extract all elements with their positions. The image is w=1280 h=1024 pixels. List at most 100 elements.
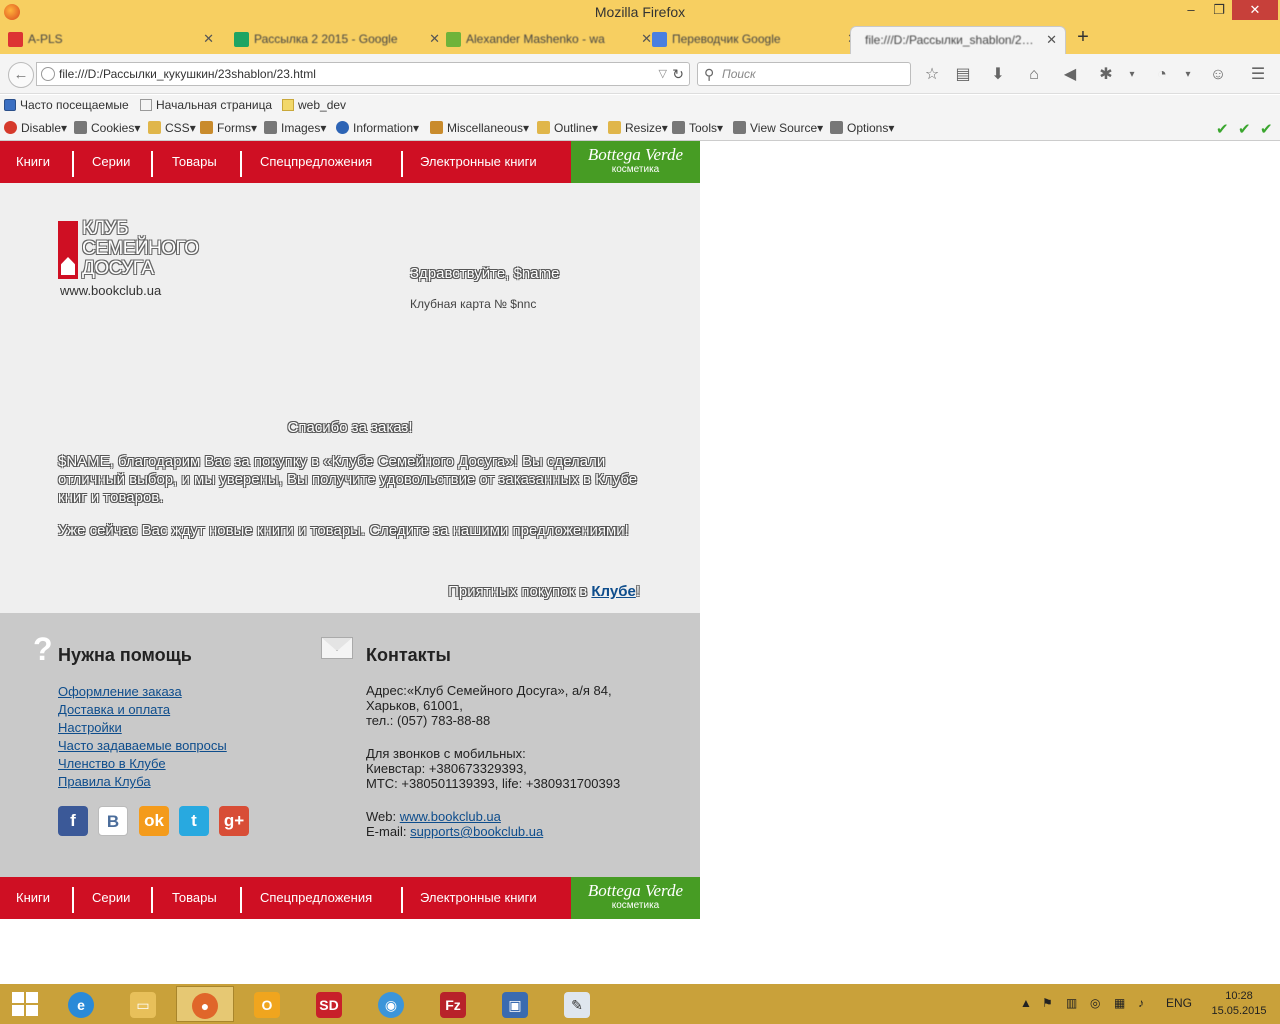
- menu-special-offers[interactable]: Спецпредложения: [260, 877, 372, 919]
- new-tab-button[interactable]: +: [1072, 27, 1094, 49]
- bookclub-logo[interactable]: КЛУБ СЕМЕЙНОГО ДОСУГА www.bookclub.ua: [58, 219, 228, 303]
- bookmark-start-page[interactable]: Начальная страница: [140, 98, 272, 112]
- tray-language[interactable]: ENG: [1166, 996, 1192, 1010]
- tray-volume-icon[interactable]: ♪: [1138, 996, 1144, 1010]
- wd-resize[interactable]: Resize▾: [608, 121, 668, 135]
- wd-options[interactable]: Options▾: [830, 121, 894, 135]
- tab-1[interactable]: A-PLS ✕: [0, 26, 222, 54]
- bookmark-web-dev[interactable]: web_dev: [282, 98, 346, 112]
- wd-images[interactable]: Images▾: [264, 121, 326, 135]
- taskbar-remote-desktop[interactable]: ▣: [486, 986, 544, 1022]
- cookies-icon: [74, 121, 87, 134]
- menu-books[interactable]: Книги: [16, 141, 50, 183]
- menu-books[interactable]: Книги: [16, 877, 50, 919]
- link-order-placement[interactable]: Оформление заказа: [58, 684, 182, 699]
- tray-app-icon[interactable]: ▥: [1066, 996, 1077, 1010]
- bookmark-star-icon[interactable]: ☆: [922, 66, 942, 86]
- tab-5-active[interactable]: file:///D:/Рассылки_shablon/23.html ✕: [850, 26, 1066, 54]
- menu-icon[interactable]: ☰: [1248, 66, 1268, 86]
- tab-3[interactable]: Alexander Mashenko - wa ✕: [438, 26, 660, 54]
- email-link[interactable]: supports@bookclub.ua: [410, 824, 543, 839]
- remote-desktop-icon: ▣: [502, 992, 528, 1018]
- question-icon: ?: [33, 631, 53, 667]
- wd-miscellaneous[interactable]: Miscellaneous▾: [430, 121, 529, 135]
- taskbar-notepad[interactable]: ✎: [548, 986, 606, 1022]
- tray-action-center-icon[interactable]: ⚑: [1042, 996, 1053, 1010]
- menu-series[interactable]: Серии: [92, 141, 130, 183]
- wd-css[interactable]: CSS▾: [148, 121, 196, 135]
- page-icon: [140, 99, 152, 111]
- validation-check-icon[interactable]: ✔: [1216, 120, 1229, 138]
- menu-goods[interactable]: Товары: [172, 141, 217, 183]
- maximize-button[interactable]: ❐: [1206, 0, 1232, 20]
- wd-cookies[interactable]: Cookies▾: [74, 121, 140, 135]
- vkontakte-icon[interactable]: B: [98, 806, 128, 836]
- reload-icon[interactable]: ↻: [672, 63, 684, 85]
- addon-check-icon[interactable]: ◔: [1152, 66, 1172, 86]
- taskbar-explorer[interactable]: ▭: [114, 986, 172, 1022]
- tab-close-icon[interactable]: ✕: [203, 26, 214, 52]
- link-faq[interactable]: Часто задаваемые вопросы: [58, 738, 227, 753]
- taskbar-filezilla[interactable]: Fz: [424, 986, 482, 1022]
- globe-icon: [41, 67, 55, 81]
- wd-outline[interactable]: Outline▾: [537, 121, 598, 135]
- tray-expand-icon[interactable]: ▲: [1020, 996, 1032, 1010]
- folder-icon: [282, 99, 294, 111]
- send-icon[interactable]: ◀: [1060, 66, 1080, 86]
- bookmarks-list-icon[interactable]: ▤: [953, 66, 973, 86]
- twitter-icon[interactable]: t: [179, 806, 209, 836]
- taskbar-sd[interactable]: SD: [300, 986, 358, 1022]
- tab-4[interactable]: Переводчик Google ✕: [644, 26, 866, 54]
- link-club-rules[interactable]: Правила Клуба: [58, 774, 151, 789]
- images-icon: [264, 121, 277, 134]
- wd-tools[interactable]: Tools▾: [672, 121, 723, 135]
- bookmark-most-visited[interactable]: Часто посещаемые: [4, 98, 129, 112]
- menu-ebooks[interactable]: Электронные книги: [420, 141, 537, 183]
- tray-clock[interactable]: 10:28 15.05.2015: [1204, 989, 1274, 1019]
- chat-icon[interactable]: ☺: [1208, 66, 1228, 86]
- wd-disable[interactable]: Disable▾: [4, 121, 67, 135]
- wd-forms[interactable]: Forms▾: [200, 121, 257, 135]
- taskbar-outlook[interactable]: O: [238, 986, 296, 1022]
- url-bar[interactable]: file:///D:/Рассылки_кукушкин/23shablon/2…: [36, 62, 690, 86]
- link-settings[interactable]: Настройки: [58, 720, 122, 735]
- validation-check-icon[interactable]: ✔: [1260, 120, 1273, 138]
- wd-view-source[interactable]: View Source▾: [733, 121, 823, 135]
- menu-goods[interactable]: Товары: [172, 877, 217, 919]
- taskbar-firefox[interactable]: ●: [176, 986, 234, 1022]
- greeting: Здравствуйте, $name: [410, 265, 560, 282]
- taskbar-ie[interactable]: e: [52, 986, 110, 1022]
- bottega-verde-link[interactable]: Bottega Verde косметика: [571, 141, 700, 183]
- search-input[interactable]: ⚲ Поиск: [697, 62, 911, 86]
- tray-app-icon[interactable]: ◎: [1090, 996, 1100, 1010]
- close-window-button[interactable]: ✕: [1232, 0, 1278, 20]
- downloads-icon[interactable]: ⬇: [988, 66, 1008, 86]
- tab-close-icon[interactable]: ✕: [1046, 27, 1057, 53]
- validation-check-icon[interactable]: ✔: [1238, 120, 1251, 138]
- extension-icon[interactable]: ✱: [1096, 66, 1116, 86]
- menu-special-offers[interactable]: Спецпредложения: [260, 141, 372, 183]
- odnoklassniki-icon[interactable]: ok: [139, 806, 169, 836]
- club-link[interactable]: Клубе: [591, 583, 635, 600]
- link-membership[interactable]: Членство в Клубе: [58, 756, 166, 771]
- home-icon[interactable]: ⌂: [1024, 66, 1044, 86]
- bottega-verde-link[interactable]: Bottega Verde косметика: [571, 877, 700, 919]
- tab-2[interactable]: Рассылка 2 2015 - Google ✕: [226, 26, 448, 54]
- web-link[interactable]: www.bookclub.ua: [400, 809, 501, 824]
- taskbar-app-globe[interactable]: ◉: [362, 986, 420, 1022]
- sd-app-icon: SD: [316, 992, 342, 1018]
- extension-dropdown-icon[interactable]: ▾: [1122, 66, 1142, 86]
- tray-network-icon[interactable]: ▦: [1114, 996, 1125, 1010]
- link-delivery-payment[interactable]: Доставка и оплата: [58, 702, 170, 717]
- menu-ebooks[interactable]: Электронные книги: [420, 877, 537, 919]
- facebook-icon[interactable]: f: [58, 806, 88, 836]
- tab-favicon-icon: [446, 32, 461, 47]
- menu-series[interactable]: Серии: [92, 877, 130, 919]
- back-button[interactable]: ←: [8, 62, 34, 88]
- google-plus-icon[interactable]: g+: [219, 806, 249, 836]
- addon-dropdown-icon[interactable]: ▾: [1178, 66, 1198, 86]
- start-button[interactable]: [12, 992, 38, 1016]
- wd-information[interactable]: Information▾: [336, 121, 419, 135]
- minimize-button[interactable]: –: [1178, 0, 1204, 20]
- history-dropdown-icon[interactable]: ▽: [659, 63, 667, 85]
